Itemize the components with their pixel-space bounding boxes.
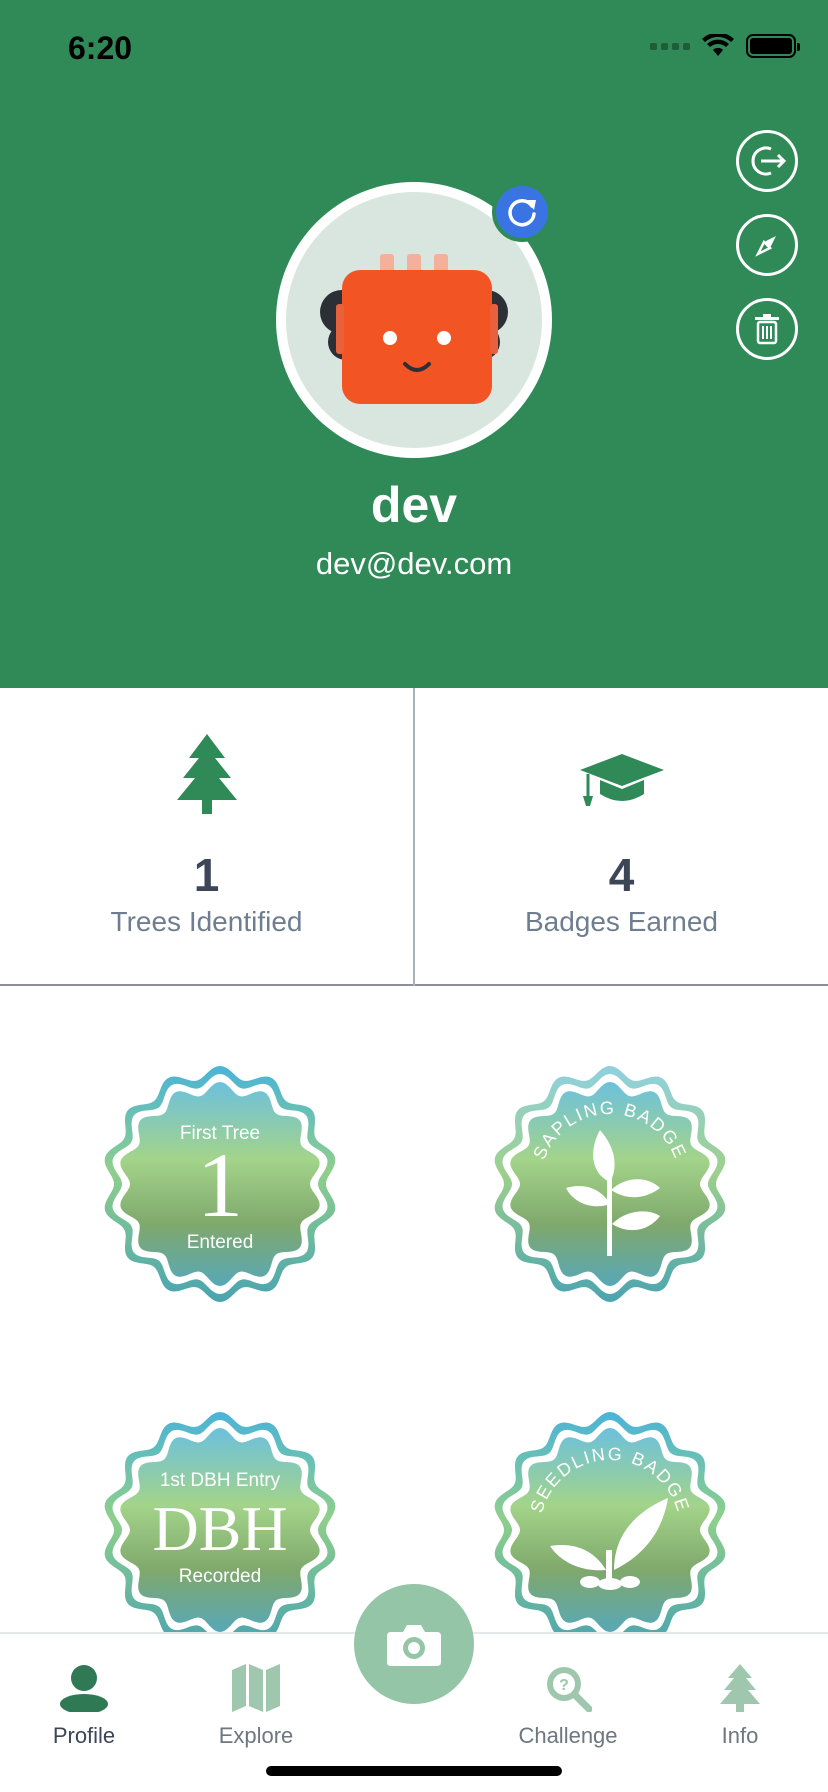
trees-identified-stat[interactable]: 1 Trees Identified (0, 688, 413, 986)
trees-label: Trees Identified (110, 906, 303, 937)
tab-info[interactable]: Info (670, 1664, 810, 1749)
status-icons (650, 34, 800, 58)
stats-panel: 1 Trees Identified 4 Badges Earned (0, 688, 828, 986)
logout-icon (751, 146, 787, 176)
badge-seal-icon: 1st DBH Entry DBH Recorded (104, 1412, 336, 1648)
graduation-cap-icon (579, 754, 664, 806)
home-indicator (266, 1766, 562, 1776)
profile-header: 6:20 dev dev@dev.com (0, 0, 828, 688)
tab-profile[interactable]: Profile (14, 1664, 154, 1749)
battery-icon (746, 34, 800, 58)
trees-count: 1 (193, 849, 220, 901)
search-question-icon: ? (547, 1667, 593, 1713)
badge3-bottom-text: Recorded (179, 1566, 261, 1587)
tree-icon (720, 1664, 760, 1712)
map-icon (232, 1664, 280, 1712)
badge-seal-icon: SAPLING BADGE (494, 1066, 726, 1302)
signal-icon (650, 42, 690, 50)
badge-sapling[interactable]: SAPLING BADGE (490, 1064, 730, 1304)
badge1-bottom-text: Entered (187, 1232, 254, 1253)
user-email: dev@dev.com (315, 546, 513, 581)
tab-profile-label: Profile (52, 1723, 116, 1748)
badge-first-tree[interactable]: First Tree 1 Entered (100, 1064, 340, 1304)
delete-button[interactable] (736, 298, 798, 360)
logout-button[interactable] (736, 130, 798, 192)
badge3-main-text: DBH (152, 1493, 287, 1564)
badge-dbh-entry[interactable]: 1st DBH Entry DBH Recorded (100, 1410, 340, 1650)
badge1-main-text: 1 (197, 1134, 243, 1236)
refresh-avatar-button[interactable] (492, 182, 552, 242)
tab-challenge-label: Challenge (518, 1723, 618, 1748)
refresh-icon (508, 198, 536, 227)
compass-button[interactable] (736, 214, 798, 276)
badges-count: 4 (608, 849, 635, 901)
tab-explore-label: Explore (218, 1723, 294, 1748)
wifi-icon (702, 34, 734, 56)
tab-explore[interactable]: Explore (186, 1664, 326, 1749)
camera-button[interactable] (354, 1584, 474, 1704)
camera-icon (387, 1625, 441, 1666)
badges-earned-stat[interactable]: 4 Badges Earned (415, 688, 828, 986)
svg-text:?: ? (559, 1677, 569, 1694)
badge-seal-icon: SEEDLING BADGE (494, 1412, 726, 1648)
tree-icon (176, 734, 237, 814)
compass-icon (755, 236, 776, 257)
badges-label: Badges Earned (524, 906, 719, 937)
username: dev (370, 477, 458, 533)
badge-seedling[interactable]: SEEDLING BADGE (490, 1410, 730, 1650)
tab-info-label: Info (721, 1723, 759, 1748)
badge-seal-icon: First Tree 1 Entered (104, 1066, 336, 1302)
trash-icon (755, 314, 779, 345)
profile-icon (60, 1665, 108, 1714)
badge3-top-text: 1st DBH Entry (160, 1470, 281, 1491)
status-time: 6:20 (68, 30, 133, 66)
tab-challenge[interactable]: ? Challenge (498, 1664, 638, 1749)
